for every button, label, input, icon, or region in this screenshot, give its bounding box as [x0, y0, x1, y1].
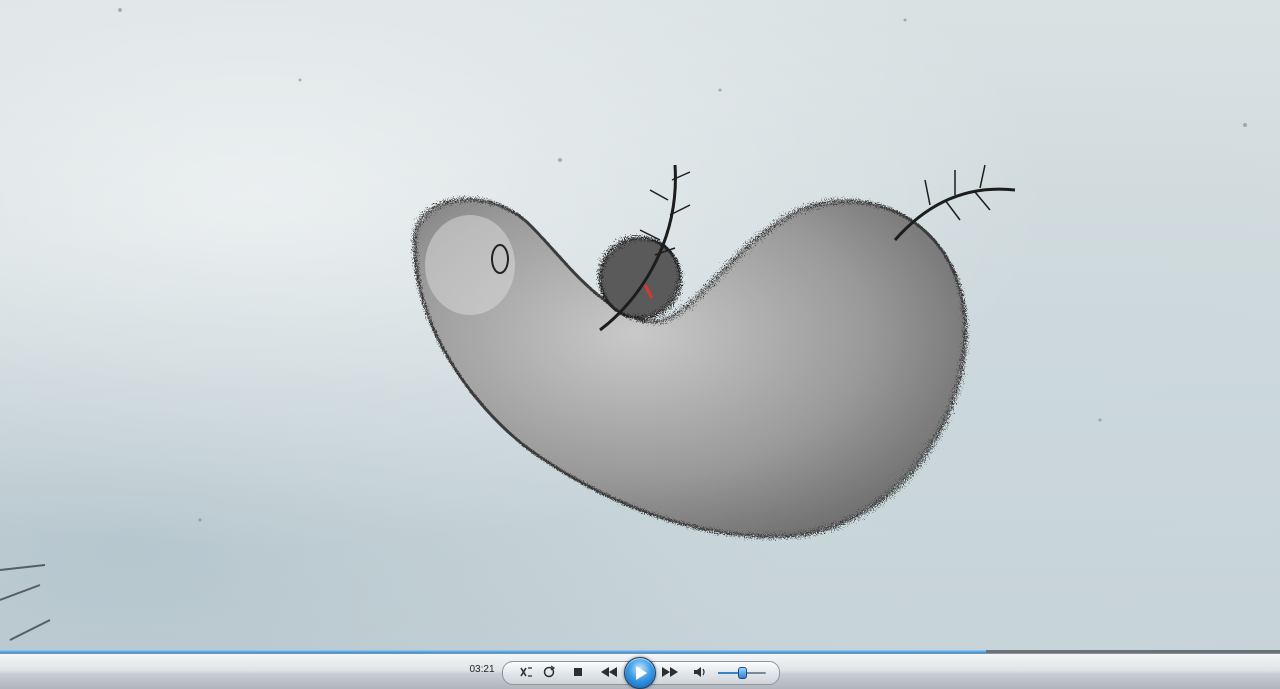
mute-button[interactable] [691, 664, 709, 680]
video-content [0, 8, 1247, 641]
shuffle-button[interactable] [518, 664, 536, 680]
shuffle-icon [520, 667, 532, 677]
next-button[interactable] [659, 664, 681, 680]
stop-button[interactable] [569, 664, 587, 680]
fast-forward-icon [662, 667, 678, 677]
volume-slider-thumb[interactable] [738, 667, 747, 679]
speaker-icon [694, 667, 705, 677]
play-icon [636, 666, 647, 680]
repeat-icon [543, 665, 556, 678]
video-frame[interactable] [0, 0, 1280, 650]
repeat-button[interactable] [540, 664, 558, 680]
rewind-icon [601, 667, 617, 677]
stop-icon [574, 668, 582, 676]
media-player: 03:21 [0, 0, 1280, 689]
elapsed-time: 03:21 [469, 664, 495, 675]
previous-button[interactable] [598, 664, 620, 680]
control-bar: 03:21 [0, 653, 1280, 689]
play-button[interactable] [624, 657, 656, 689]
